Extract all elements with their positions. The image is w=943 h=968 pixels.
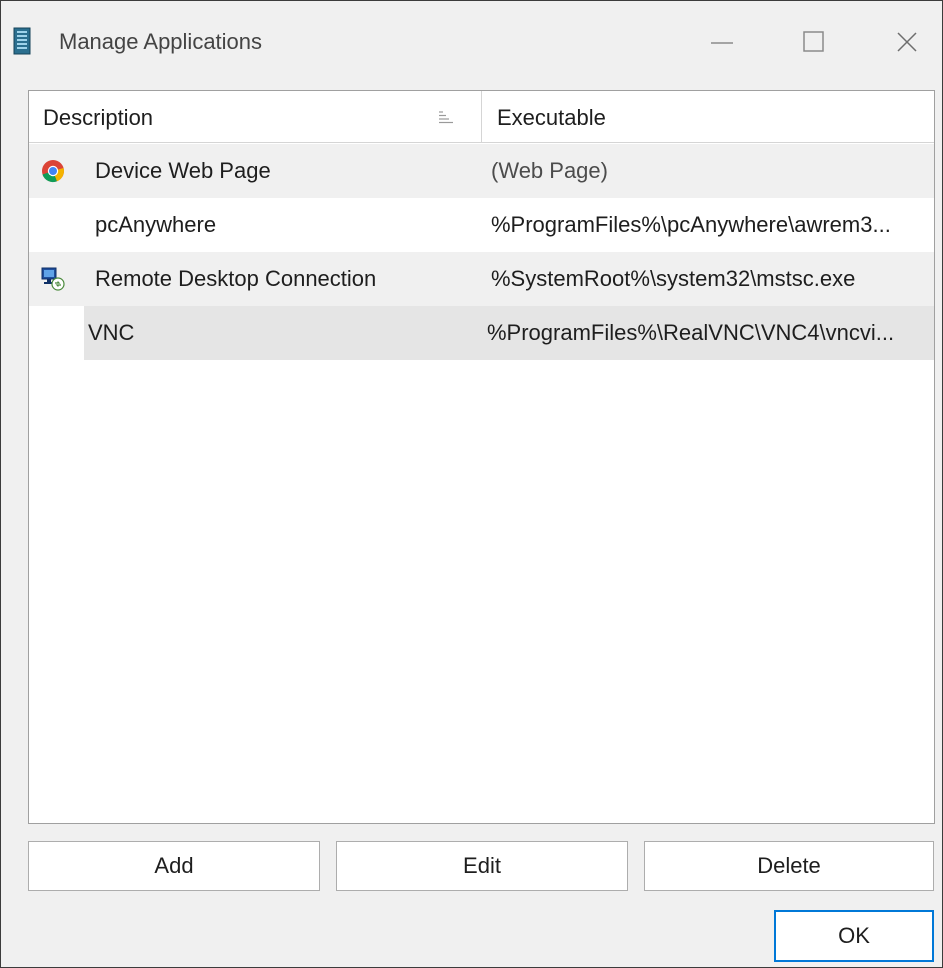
minimize-button[interactable] bbox=[693, 19, 751, 65]
add-button[interactable]: Add bbox=[28, 841, 320, 891]
edit-button[interactable]: Edit bbox=[336, 841, 628, 891]
maximize-button[interactable] bbox=[785, 19, 843, 65]
column-header-executable[interactable]: Executable bbox=[482, 91, 934, 143]
maximize-icon bbox=[803, 31, 824, 52]
remote-desktop-icon bbox=[41, 267, 65, 291]
cell-description: Device Web Page bbox=[95, 158, 271, 183]
list-row[interactable]: Device Web Page (Web Page) bbox=[29, 144, 934, 198]
window-title: Manage Applications bbox=[59, 29, 263, 54]
list-row[interactable]: Remote Desktop Connection %SystemRoot%\s… bbox=[29, 252, 934, 306]
cell-description: VNC bbox=[88, 320, 135, 345]
server-tower-icon bbox=[13, 27, 31, 55]
close-button[interactable] bbox=[878, 19, 936, 65]
cell-executable: (Web Page) bbox=[491, 158, 608, 183]
cell-description: pcAnywhere bbox=[95, 212, 217, 237]
delete-button[interactable]: Delete bbox=[644, 841, 934, 891]
sort-ascending-icon bbox=[439, 111, 453, 124]
minimize-icon bbox=[711, 42, 733, 44]
cell-executable: %ProgramFiles%\RealVNC\VNC4\vncvi... bbox=[487, 320, 895, 345]
ok-button[interactable]: OK bbox=[774, 910, 934, 962]
list-header: Description Executable bbox=[29, 91, 934, 144]
column-header-label: Description bbox=[43, 105, 154, 130]
column-header-label: Executable bbox=[497, 105, 606, 130]
manage-applications-dialog: Manage Applications Description Executab… bbox=[0, 0, 943, 968]
cell-executable: %ProgramFiles%\pcAnywhere\awrem3... bbox=[491, 212, 891, 237]
chrome-browser-icon bbox=[42, 160, 64, 183]
cell-description: Remote Desktop Connection bbox=[95, 266, 377, 291]
list-row[interactable]: pcAnywhere %ProgramFiles%\pcAnywhere\awr… bbox=[29, 198, 934, 252]
title-bar[interactable]: Manage Applications bbox=[1, 1, 942, 85]
close-icon bbox=[897, 32, 917, 52]
column-header-description[interactable]: Description bbox=[29, 91, 482, 143]
applications-list[interactable]: Description Executable Device Web Page (… bbox=[28, 90, 935, 824]
list-row-selected[interactable]: VNC %ProgramFiles%\RealVNC\VNC4\vncvi... bbox=[84, 306, 934, 360]
cell-executable: %SystemRoot%\system32\mstsc.exe bbox=[491, 266, 856, 291]
